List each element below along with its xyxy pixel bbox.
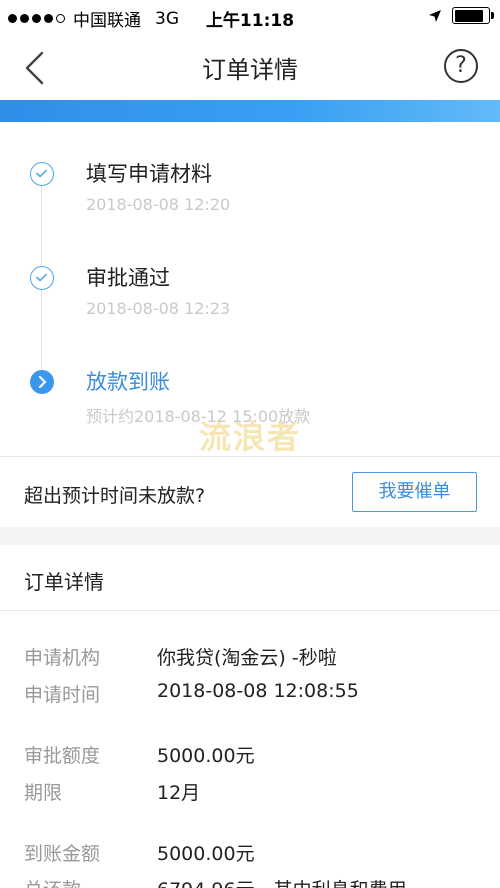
- check-icon: [30, 162, 54, 186]
- step-title: 填写申请材料: [86, 162, 212, 186]
- header-gradient-bar: [0, 100, 500, 122]
- step-time: 2018-08-08 12:23: [86, 299, 231, 318]
- check-icon: [30, 266, 54, 290]
- status-right: [428, 7, 494, 24]
- section-gap: [0, 527, 500, 545]
- detail-key: 总还款: [24, 875, 81, 888]
- order-details-list: 申请机构 你我贷(淘金云) -秒啦 申请时间 2018-08-08 12:08:…: [0, 611, 500, 888]
- detail-value: 5000.00元: [157, 745, 255, 767]
- detail-key: 审批额度: [24, 745, 101, 767]
- payout-reminder-row: 超出预计时间未放款? 我要催单: [0, 457, 500, 527]
- loan-progress-timeline: 填写申请材料 2018-08-08 12:20 审批通过 2018-08-08 …: [0, 122, 500, 456]
- section-title: 订单详情: [24, 570, 104, 594]
- detail-row: 到账金额 5000.00元: [0, 839, 500, 869]
- battery-icon: [452, 7, 494, 24]
- detail-row: 期限 12月: [0, 778, 500, 808]
- step-title: 放款到账: [86, 370, 170, 394]
- help-button[interactable]: ?: [444, 49, 478, 83]
- navigation-bar: 订单详情 ?: [0, 34, 500, 100]
- detail-row: 申请机构 你我贷(淘金云) -秒啦: [0, 643, 500, 673]
- status-time: 上午11:18: [205, 11, 295, 31]
- detail-row: 审批额度 5000.00元: [0, 741, 500, 771]
- detail-value: 5000.00元: [157, 843, 255, 865]
- detail-row: 总还款 6794.96元，其中利息和费用: [0, 875, 500, 888]
- detail-value: 你我贷(淘金云) -秒啦: [157, 647, 337, 669]
- detail-value: 2018-08-08 12:08:55: [157, 680, 359, 702]
- detail-value: 6794.96元，其中利息和费用: [157, 875, 407, 888]
- detail-key: 到账金额: [24, 843, 101, 865]
- status-bar: 中国联通 3G 上午11:18: [0, 0, 500, 34]
- chevron-right-icon: [30, 370, 54, 394]
- step-title: 审批通过: [86, 266, 170, 290]
- page-title: 订单详情: [202, 56, 298, 84]
- detail-value: 12月: [157, 782, 201, 804]
- order-details-header: 订单详情: [0, 545, 500, 611]
- reminder-text: 超出预计时间未放款?: [24, 485, 206, 507]
- detail-key: 申请时间: [24, 684, 101, 706]
- step-time: 2018-08-08 12:20: [86, 195, 231, 214]
- detail-key: 申请机构: [24, 647, 101, 669]
- detail-key: 期限: [24, 782, 63, 804]
- watermark: 流浪者: [198, 418, 301, 456]
- location-arrow-icon: [429, 9, 441, 22]
- detail-row: 申请时间 2018-08-08 12:08:55: [0, 680, 500, 710]
- urge-order-button[interactable]: 我要催单: [352, 472, 477, 512]
